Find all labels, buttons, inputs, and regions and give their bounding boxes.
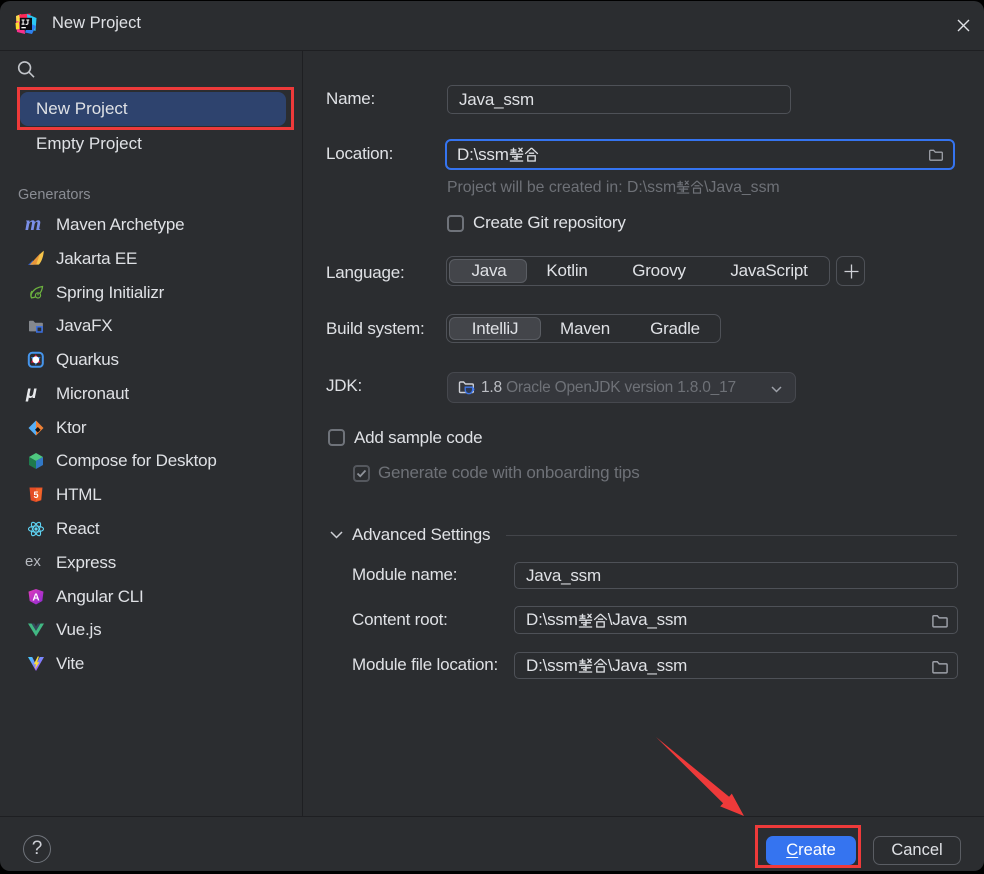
svg-text:A: A (32, 592, 39, 603)
svg-text:5: 5 (33, 490, 38, 500)
